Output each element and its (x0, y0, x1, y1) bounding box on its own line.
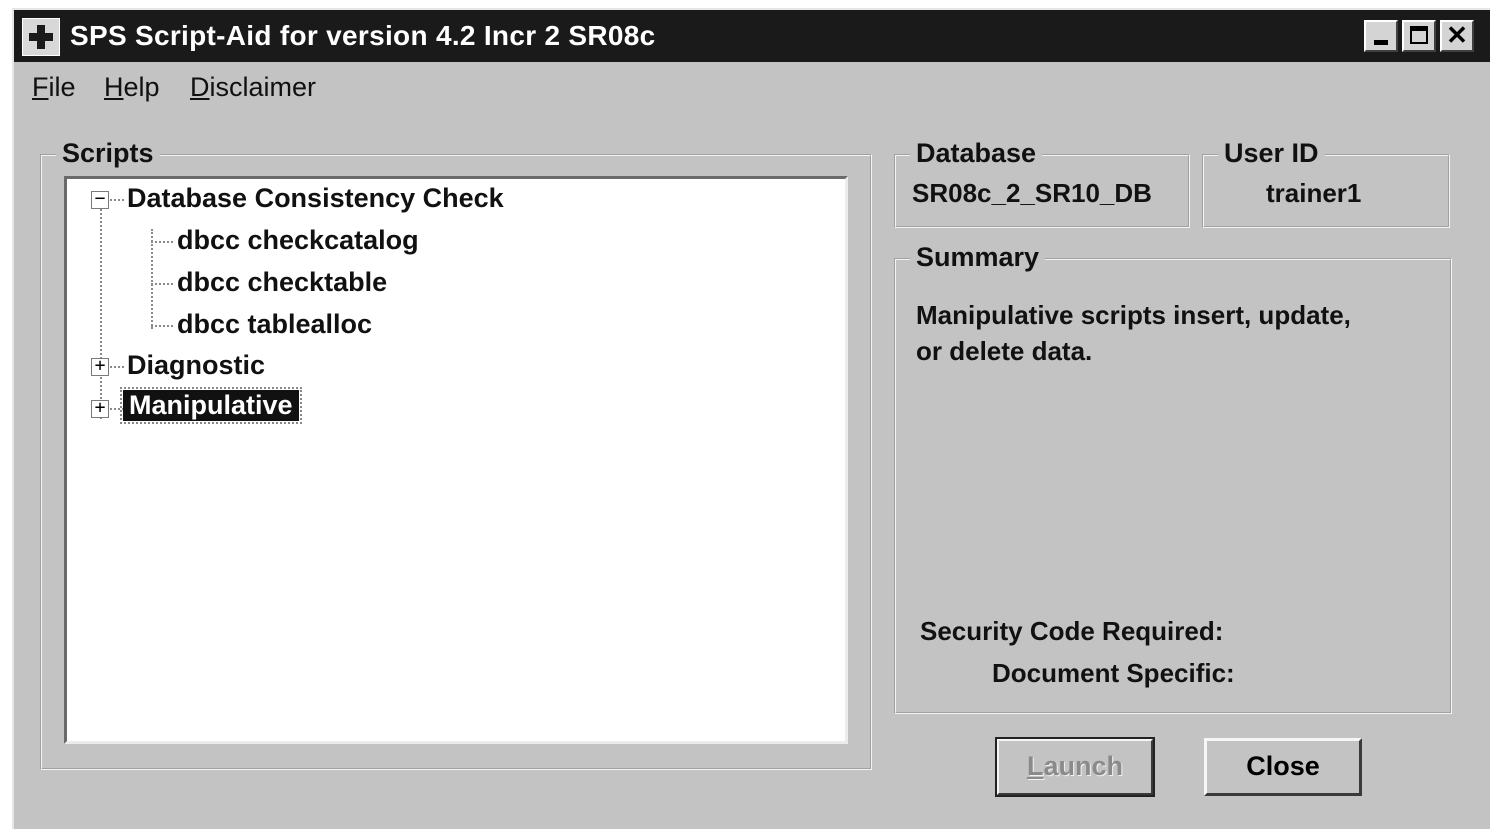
document-specific-label: Document Specific: (992, 658, 1235, 688)
user-id-value: trainer1 (1266, 178, 1362, 208)
maximize-button[interactable] (1402, 20, 1436, 52)
tree-connector-line (110, 408, 124, 410)
summary-text-line1: Manipulative scripts insert, update, (916, 300, 1351, 330)
tree-connector-line (100, 209, 102, 419)
scripts-tree[interactable]: − Database Consistency Check dbcc checkc… (64, 176, 848, 744)
tree-node-manipulative[interactable]: Manipulative (120, 387, 302, 424)
database-legend: Database (910, 138, 1043, 169)
close-icon: ✕ (1446, 20, 1468, 50)
tree-leaf-dbcc-checktable[interactable]: dbcc checktable (177, 267, 387, 298)
database-value: SR08c_2_SR10_DB (912, 178, 1152, 208)
tree-connector-line (151, 241, 173, 243)
tree-node-database-consistency-check[interactable]: Database Consistency Check (127, 183, 504, 214)
database-group: Database SR08c_2_SR10_DB (894, 138, 1190, 228)
tree-connector-line (110, 199, 124, 201)
tree-leaf-dbcc-tablealloc[interactable]: dbcc tablealloc (177, 309, 372, 340)
collapse-icon[interactable]: − (91, 190, 109, 209)
window-title: SPS Script-Aid for version 4.2 Incr 2 SR… (70, 20, 656, 51)
summary-group: Summary Manipulative scripts insert, upd… (894, 242, 1452, 714)
tree-connector-line (110, 366, 124, 368)
minimize-icon (1374, 40, 1388, 45)
scripts-legend: Scripts (56, 138, 160, 169)
tree-connector-line (151, 325, 173, 327)
expand-icon[interactable]: + (91, 399, 109, 418)
security-code-label: Security Code Required: (920, 616, 1224, 646)
user-id-group: User ID trainer1 (1202, 138, 1450, 228)
summary-legend: Summary (910, 242, 1046, 273)
tree-leaf-dbcc-checkcatalog[interactable]: dbcc checkcatalog (177, 225, 419, 256)
app-cross-icon[interactable] (22, 18, 60, 56)
menu-bar: File Help Disclaimer (14, 66, 1490, 110)
expand-icon[interactable]: + (91, 357, 109, 376)
close-window-button[interactable]: ✕ (1440, 20, 1474, 52)
close-button[interactable]: Close (1204, 738, 1362, 796)
menu-file[interactable]: File (32, 72, 76, 103)
menu-disclaimer[interactable]: Disclaimer (190, 72, 316, 103)
menu-help[interactable]: Help (104, 72, 160, 103)
tree-node-diagnostic[interactable]: Diagnostic (127, 350, 265, 381)
app-window: SPS Script-Aid for version 4.2 Incr 2 SR… (12, 8, 1490, 829)
tree-connector-line (151, 229, 153, 329)
maximize-icon (1410, 26, 1428, 44)
user-id-legend: User ID (1218, 138, 1325, 169)
tree-connector-line (151, 283, 173, 285)
launch-button[interactable]: Launch (995, 737, 1155, 797)
title-bar[interactable]: SPS Script-Aid for version 4.2 Incr 2 SR… (14, 10, 1490, 62)
minimize-button[interactable] (1364, 20, 1398, 52)
summary-text-line2: or delete data. (916, 336, 1093, 366)
